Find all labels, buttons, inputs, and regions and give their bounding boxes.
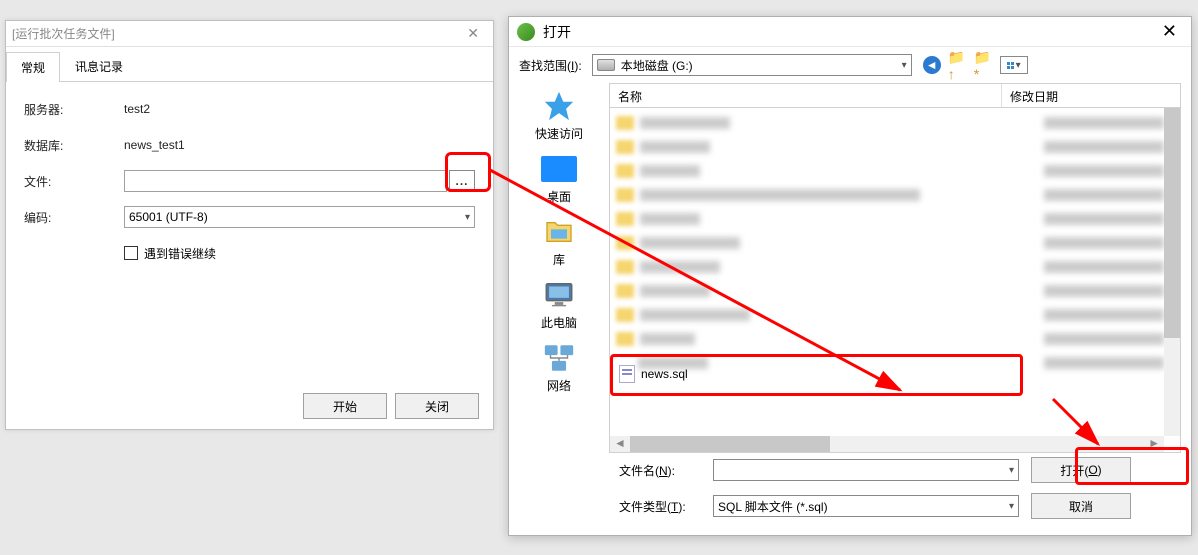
- open-title: 打开: [543, 22, 1156, 42]
- cancel-button[interactable]: 取消: [1031, 493, 1131, 519]
- continue-on-error-label: 遇到错误继续: [144, 245, 216, 262]
- list-item[interactable]: [616, 184, 1174, 206]
- list-item[interactable]: [616, 160, 1174, 182]
- chevron-down-icon: ▾: [1009, 501, 1014, 512]
- open-titlebar[interactable]: 打开 ✕: [509, 17, 1191, 47]
- tab-bar: 常规 讯息记录: [6, 51, 493, 82]
- list-item[interactable]: [616, 256, 1174, 278]
- scroll-right-icon[interactable]: ►: [1144, 436, 1164, 452]
- new-folder-icon[interactable]: 📁*: [974, 55, 994, 75]
- batch-task-dialog: [运行批次任务文件] ✕ 常规 讯息记录 服务器: test2 数据库: new…: [5, 20, 494, 430]
- dialog-titlebar[interactable]: [运行批次任务文件] ✕: [6, 21, 493, 47]
- places-sidebar: 快速访问 桌面 库 此电脑 网络: [509, 83, 609, 453]
- list-item[interactable]: [616, 112, 1174, 134]
- selected-filename: news.sql: [641, 367, 688, 381]
- place-desktop[interactable]: 桌面: [539, 152, 579, 205]
- encoding-select[interactable]: 65001 (UTF-8) ▾: [124, 206, 475, 228]
- desktop-icon: [539, 152, 579, 186]
- tab-log[interactable]: 讯息记录: [60, 51, 138, 81]
- list-item[interactable]: [616, 304, 1174, 326]
- encoding-value: 65001 (UTF-8): [129, 210, 208, 224]
- back-icon[interactable]: ◄: [922, 55, 942, 75]
- chevron-down-icon: ▾: [465, 212, 470, 223]
- star-icon: [539, 89, 579, 123]
- lookup-bar: 查找范围(I): 本地磁盘 (G:) ▾ ◄ 📁↑ 📁* ▾: [509, 47, 1191, 83]
- view-mode-button[interactable]: ▾: [1000, 56, 1028, 74]
- start-button[interactable]: 开始: [303, 393, 387, 419]
- scroll-left-icon[interactable]: ◄: [610, 436, 630, 452]
- filetype-value: SQL 脚本文件 (*.sql): [718, 498, 828, 515]
- sql-file-icon: [619, 365, 635, 383]
- chevron-down-icon: ▾: [902, 60, 907, 71]
- continue-on-error-checkbox[interactable]: [124, 246, 138, 260]
- encoding-label: 编码:: [24, 209, 124, 226]
- browse-button[interactable]: ...: [449, 170, 475, 192]
- globe-icon: [517, 23, 535, 41]
- file-label: 文件:: [24, 173, 124, 190]
- column-name[interactable]: 名称: [610, 84, 1002, 107]
- database-label: 数据库:: [24, 137, 124, 154]
- file-list-pane: 名称 修改日期 news.sql: [609, 83, 1181, 453]
- dialog-title: [运行批次任务文件]: [12, 25, 459, 42]
- place-network[interactable]: 网络: [539, 341, 579, 394]
- file-list[interactable]: [610, 108, 1180, 380]
- open-dialog-footer: 文件名(N): ▾ 打开(O) 文件类型(T): SQL 脚本文件 (*.sql…: [509, 453, 1191, 539]
- filename-input[interactable]: ▾: [713, 459, 1019, 481]
- list-item-selected[interactable]: news.sql: [613, 362, 1017, 386]
- list-item[interactable]: [616, 328, 1174, 350]
- server-label: 服务器:: [24, 101, 124, 118]
- list-item[interactable]: [616, 136, 1174, 158]
- close-button[interactable]: 关闭: [395, 393, 479, 419]
- list-item[interactable]: [616, 280, 1174, 302]
- chevron-down-icon: ▾: [1009, 465, 1014, 476]
- place-library[interactable]: 库: [539, 215, 579, 268]
- chevron-down-icon: ▾: [1016, 60, 1021, 71]
- lookup-value: 本地磁盘 (G:): [621, 57, 693, 74]
- close-icon[interactable]: ✕: [1156, 21, 1183, 42]
- folder-icon: [539, 215, 579, 249]
- filetype-label: 文件类型(T):: [619, 498, 701, 515]
- form-area: 服务器: test2 数据库: news_test1 文件: ... 编码: 6…: [6, 82, 493, 294]
- drive-icon: [597, 59, 615, 71]
- network-icon: [539, 341, 579, 375]
- close-icon[interactable]: ✕: [459, 25, 487, 42]
- file-list-header: 名称 修改日期: [610, 84, 1180, 108]
- open-button[interactable]: 打开(O): [1031, 457, 1131, 483]
- server-value: test2: [124, 102, 475, 116]
- lookup-label: 查找范围(I):: [519, 57, 582, 74]
- vertical-scrollbar[interactable]: [1164, 108, 1180, 436]
- filetype-select[interactable]: SQL 脚本文件 (*.sql) ▾: [713, 495, 1019, 517]
- tab-general[interactable]: 常规: [6, 52, 60, 82]
- list-item[interactable]: [616, 208, 1174, 230]
- horizontal-scrollbar[interactable]: ◄ ►: [610, 436, 1164, 452]
- lookup-select[interactable]: 本地磁盘 (G:) ▾: [592, 54, 912, 76]
- filename-label: 文件名(N):: [619, 462, 701, 479]
- monitor-icon: [539, 278, 579, 312]
- column-date[interactable]: 修改日期: [1002, 84, 1180, 107]
- place-this-pc[interactable]: 此电脑: [539, 278, 579, 331]
- list-item[interactable]: [616, 232, 1174, 254]
- up-folder-icon[interactable]: 📁↑: [948, 55, 968, 75]
- database-value: news_test1: [124, 138, 475, 152]
- open-file-dialog: 打开 ✕ 查找范围(I): 本地磁盘 (G:) ▾ ◄ 📁↑ 📁* ▾: [508, 16, 1192, 536]
- place-quick-access[interactable]: 快速访问: [535, 89, 583, 142]
- file-input[interactable]: [124, 170, 447, 192]
